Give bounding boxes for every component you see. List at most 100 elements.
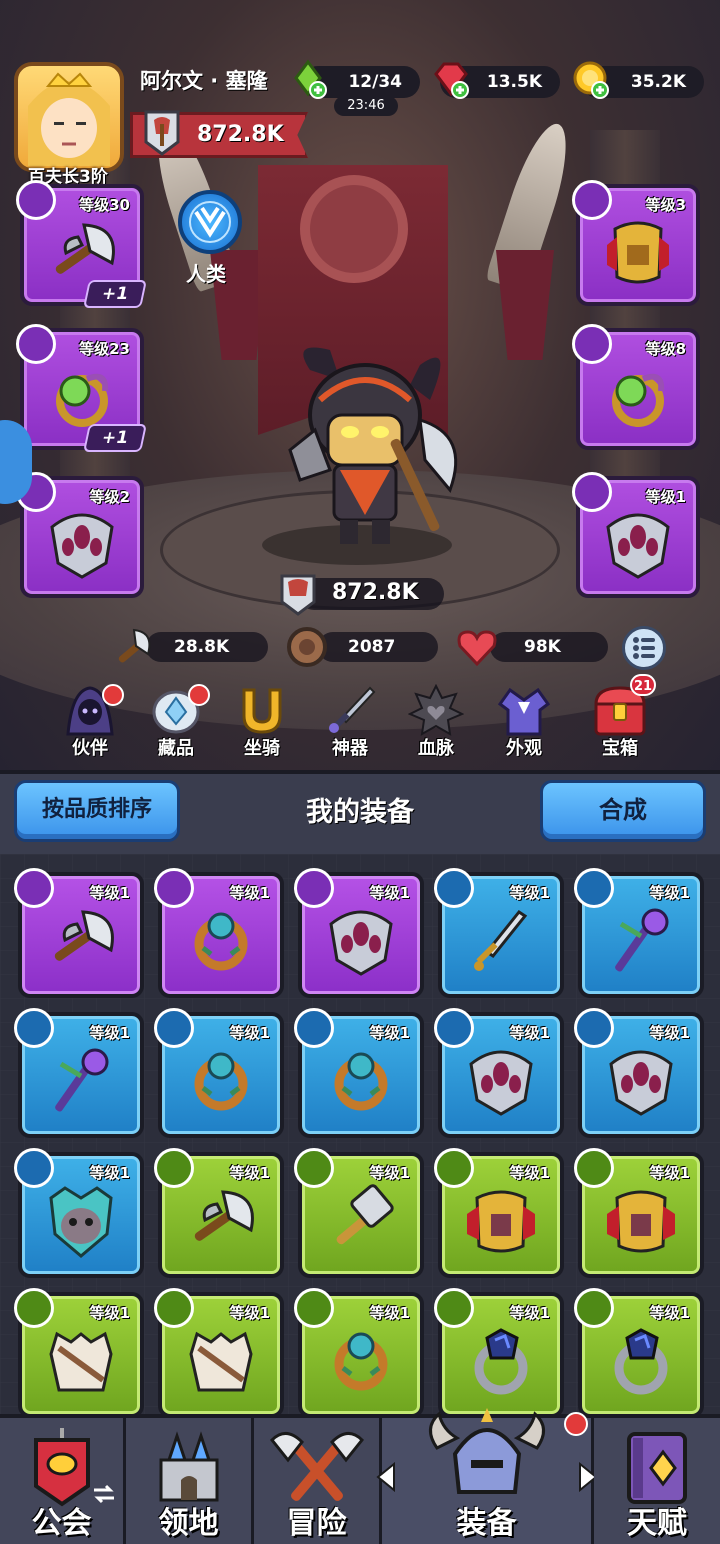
attack-stat: 28.8K bbox=[146, 632, 268, 662]
feature-mount[interactable]: 坐骑 bbox=[224, 684, 300, 762]
ruby-gem-icon[interactable] bbox=[430, 58, 472, 100]
ring-icon bbox=[334, 1332, 388, 1391]
armor-icon bbox=[467, 1190, 535, 1253]
armor-type-icon bbox=[434, 1148, 474, 1188]
gem-value: 13.5K bbox=[486, 72, 542, 92]
inventory-item-axe[interactable]: 等级1 bbox=[154, 1148, 284, 1278]
power-axe-icon bbox=[144, 110, 180, 156]
nav-equipment[interactable]: 装备 bbox=[382, 1408, 594, 1544]
feature-label: 藏品 bbox=[158, 738, 194, 759]
inventory-item-hammer[interactable]: 等级1 bbox=[294, 1148, 424, 1278]
hero-character[interactable] bbox=[270, 340, 470, 550]
hp-value: 98K bbox=[524, 637, 561, 657]
inventory-title: 我的装备 bbox=[306, 797, 414, 828]
human-race-icon bbox=[189, 201, 231, 243]
nav-territory[interactable]: 领地 bbox=[126, 1418, 254, 1544]
equip-slot-ring-2[interactable]: 等级8 bbox=[572, 324, 700, 450]
hammer-icon bbox=[336, 1184, 394, 1245]
inventory-item-ring[interactable]: 等级1 bbox=[154, 868, 284, 998]
list-icon bbox=[633, 637, 655, 659]
inventory-item-vest[interactable]: 等级1 bbox=[14, 1288, 144, 1414]
item-level: 等级1 bbox=[89, 1304, 130, 1322]
feature-label: 伙伴 bbox=[72, 738, 108, 759]
feature-label: 宝箱 bbox=[602, 738, 638, 759]
inventory-item-darkring[interactable]: 等级1 bbox=[434, 1288, 564, 1414]
helmet-type-icon bbox=[574, 1008, 614, 1048]
inventory-item-helmet[interactable]: 等级1 bbox=[574, 1008, 704, 1138]
ring-icon bbox=[612, 373, 665, 427]
weapon-type-icon bbox=[16, 180, 56, 220]
player-avatar[interactable] bbox=[14, 62, 124, 172]
ring-icon bbox=[194, 1052, 248, 1111]
inventory-item-ring[interactable]: 等级1 bbox=[294, 1288, 424, 1414]
item-level: 等级1 bbox=[229, 1164, 270, 1182]
armor-type-icon bbox=[574, 1148, 614, 1188]
feature-bloodline[interactable]: 血脉 bbox=[398, 684, 474, 762]
shield-icon bbox=[287, 627, 327, 667]
race-emblem-button[interactable] bbox=[178, 190, 242, 254]
equip-slot-weapon[interactable]: 等级30 +1 bbox=[16, 180, 147, 308]
banner-emblem bbox=[300, 175, 408, 283]
slot-bonus: +1 bbox=[83, 424, 147, 452]
nav-label: 冒险 bbox=[286, 1506, 347, 1541]
feature-treasure-chest[interactable]: 21 宝箱 bbox=[582, 674, 658, 762]
side-drawer-handle[interactable] bbox=[0, 420, 32, 504]
inventory-item-ring[interactable]: 等级1 bbox=[294, 1008, 424, 1138]
staff-icon bbox=[615, 908, 669, 972]
item-level: 等级1 bbox=[369, 1304, 410, 1322]
arrow-left-icon bbox=[376, 1462, 395, 1492]
inventory-item-darkring[interactable]: 等级1 bbox=[574, 1288, 704, 1414]
inventory-item-armor[interactable]: 等级1 bbox=[434, 1148, 564, 1278]
helmet-icon bbox=[50, 513, 114, 579]
inventory-item-staff[interactable]: 等级1 bbox=[14, 1008, 144, 1138]
slot-level: 等级8 bbox=[645, 340, 686, 358]
staff-type-icon bbox=[14, 1008, 54, 1048]
inventory-item-helmet[interactable]: 等级1 bbox=[294, 868, 424, 998]
inventory-item-vest[interactable]: 等级1 bbox=[154, 1288, 284, 1414]
merge-button[interactable]: 合成 bbox=[540, 780, 706, 842]
heart-icon bbox=[457, 630, 497, 667]
feature-collection[interactable]: 藏品 bbox=[138, 684, 214, 762]
nav-adventure[interactable]: 冒险 bbox=[254, 1418, 382, 1544]
darkring-icon bbox=[614, 1328, 668, 1395]
inventory-item-staff[interactable]: 等级1 bbox=[574, 868, 704, 998]
item-level: 等级1 bbox=[369, 1024, 410, 1042]
inventory-item-armor[interactable]: 等级1 bbox=[574, 1148, 704, 1278]
feature-artifact[interactable]: 神器 bbox=[312, 684, 388, 762]
vest-icon bbox=[189, 1331, 253, 1392]
armor-icon bbox=[607, 1190, 675, 1253]
equip-slot-ring[interactable]: 等级23 +1 bbox=[16, 324, 147, 452]
energy-crystal-icon[interactable] bbox=[288, 58, 330, 100]
inventory-item-helmet[interactable]: 等级1 bbox=[434, 1008, 564, 1138]
slot-level: 等级23 bbox=[79, 340, 130, 358]
gold-coin-icon[interactable] bbox=[570, 58, 612, 100]
item-level: 等级1 bbox=[229, 1304, 270, 1322]
inventory-item-sword[interactable]: 等级1 bbox=[434, 868, 564, 998]
equip-slot-helmet-2[interactable]: 等级1 bbox=[572, 472, 700, 598]
helmet-type-icon bbox=[294, 868, 334, 908]
item-level: 等级1 bbox=[649, 884, 690, 902]
nav-talent[interactable]: 天赋 bbox=[594, 1418, 720, 1544]
item-level: 等级1 bbox=[89, 884, 130, 902]
ring-type-icon bbox=[294, 1288, 334, 1328]
stats-detail-button[interactable] bbox=[622, 626, 666, 670]
slot-level: 等级30 bbox=[79, 196, 130, 214]
nav-guild[interactable]: 公会 bbox=[0, 1418, 126, 1544]
inventory-item-axe[interactable]: 等级1 bbox=[14, 868, 144, 998]
helmet-icon bbox=[329, 910, 393, 976]
axe-icon bbox=[194, 1190, 254, 1241]
inventory-item-ring[interactable]: 等级1 bbox=[154, 1008, 284, 1138]
hp-stat: 98K bbox=[490, 632, 608, 662]
axe-icon bbox=[55, 223, 115, 274]
helmet-nav-icon bbox=[428, 1408, 545, 1494]
equip-slot-armor[interactable]: 等级3 bbox=[572, 180, 700, 306]
feature-appearance[interactable]: 外观 bbox=[486, 684, 562, 762]
sort-by-quality-button[interactable]: 按品质排序 bbox=[14, 780, 180, 842]
inventory-item-mask[interactable]: 等级1 bbox=[14, 1148, 144, 1278]
equip-slot-helmet[interactable]: 等级2 bbox=[16, 472, 144, 598]
ring-type-icon bbox=[572, 324, 612, 364]
axe-type-icon bbox=[14, 868, 54, 908]
feature-companion[interactable]: 伙伴 bbox=[52, 684, 128, 762]
item-level: 等级1 bbox=[229, 884, 270, 902]
mask-icon bbox=[49, 1186, 113, 1259]
